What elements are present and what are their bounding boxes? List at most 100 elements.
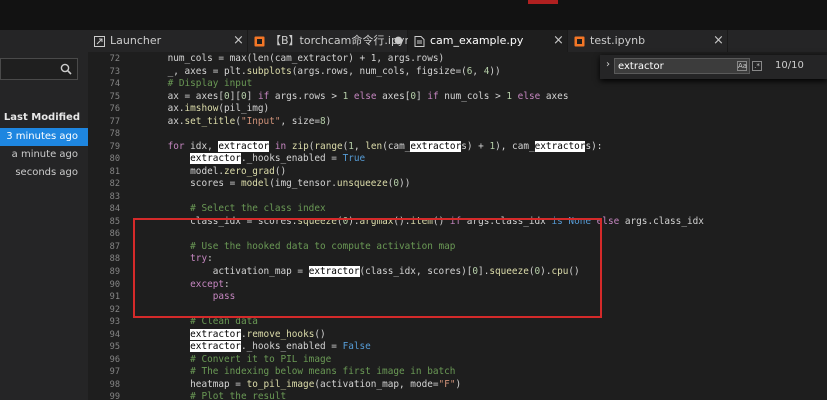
line-number: 74: [109, 79, 120, 90]
search-match: extractor: [190, 328, 241, 340]
code-token: ax.: [145, 103, 185, 115]
line-number: 76: [109, 104, 120, 115]
code-token: (args.rows, num_cols, figsize=(: [291, 65, 467, 77]
code-token: in: [274, 140, 287, 152]
line-number: 90: [109, 279, 120, 290]
close-icon[interactable]: ×: [233, 30, 244, 52]
code-line[interactable]: # The indexing below means first image i…: [145, 366, 455, 379]
line-number: 87: [109, 241, 120, 252]
file-search-input[interactable]: [1, 59, 61, 81]
unsaved-dot-icon[interactable]: ●: [394, 30, 403, 52]
code-line[interactable]: extractor.remove_hooks(): [145, 328, 326, 342]
code-token: "F": [438, 378, 456, 390]
line-number: 92: [109, 304, 120, 315]
line-number: 99: [109, 392, 120, 400]
code-token: to_pil_image: [246, 378, 315, 390]
code-token: ax.: [145, 115, 185, 127]
notebook-icon: [574, 36, 585, 47]
title-bar-accent: [528, 0, 558, 4]
code-line[interactable]: # Clean data: [145, 316, 258, 329]
tab-launcher[interactable]: Launcher ×: [88, 30, 248, 52]
code-line[interactable]: for idx, extractor in zip(range(1, len(c…: [145, 140, 602, 154]
code-token: # The indexing below means first image i…: [145, 366, 456, 378]
file-row-modified[interactable]: 3 minutes ago: [0, 128, 88, 146]
line-number: 78: [109, 129, 120, 140]
code-token: # Display input: [145, 78, 253, 90]
code-line[interactable]: scores = model(img_tensor.unsqueeze(0)): [145, 178, 410, 191]
search-icon[interactable]: [60, 63, 72, 75]
line-number: 95: [109, 342, 120, 353]
code-line[interactable]: ax.set_title("Input", size=8): [145, 115, 332, 129]
tab-cam-example[interactable]: cam_example.py ×: [408, 30, 568, 52]
code-token: "Input": [240, 115, 281, 127]
code-token: ): [325, 115, 332, 127]
code-token: True: [342, 153, 366, 165]
code-token: idx,: [184, 140, 219, 152]
code-line[interactable]: # Select the class index: [145, 203, 325, 216]
match-case-toggle[interactable]: Aa: [737, 61, 747, 71]
code-token: len: [365, 140, 383, 152]
code-line[interactable]: ax.imshow(pil_img): [145, 103, 270, 116]
code-line[interactable]: _, axes = plt.subplots(args.rows, num_co…: [145, 66, 501, 79]
code-token: model.: [145, 165, 225, 177]
line-number: 85: [109, 216, 120, 227]
file-browser-panel: Last Modified 3 minutes ago a minute ago s…: [0, 30, 89, 400]
code-token: (): [274, 165, 287, 177]
close-icon[interactable]: ×: [713, 30, 724, 52]
search-match: extractor: [534, 140, 586, 152]
code-token: remove_hooks: [246, 328, 315, 340]
tab-torchcam-notebook[interactable]: 【B】torchcam命令行.ipynb ●: [248, 30, 418, 52]
file-row-modified[interactable]: seconds ago: [0, 164, 88, 182]
code-token: unsqueeze: [336, 178, 388, 190]
code-token: args.rows >: [269, 90, 343, 102]
code-line[interactable]: heatmap = to_pil_image(activation_map, m…: [145, 379, 461, 392]
code-token: else: [353, 90, 377, 102]
code-token: num_cols = max(len(cam_extractor) + 1, a…: [145, 53, 445, 64]
code-token: # Convert it to PIL image: [145, 353, 332, 365]
code-token: zero_grad: [224, 165, 275, 177]
last-modified-header[interactable]: Last Modified: [0, 112, 80, 123]
close-icon[interactable]: ×: [553, 30, 564, 52]
code-token: subplots: [246, 65, 292, 77]
tab-label: cam_example.py: [430, 34, 524, 47]
code-token: ._hooks_enabled =: [240, 341, 343, 353]
code-line[interactable]: model.zero_grad(): [145, 166, 286, 179]
file-search-box[interactable]: [0, 58, 78, 81]
tab-label: test.ipynb: [590, 34, 646, 47]
tab-test-notebook[interactable]: test.ipynb ×: [568, 30, 728, 52]
code-token: axes[: [376, 90, 411, 102]
code-editor[interactable]: 72 73 74 75 76 77 78 79 80 81 82 83 84 85 86 87 88 89 90 91…: [88, 52, 827, 400]
code-token: (pil_img): [218, 103, 270, 115]
title-bar: [0, 0, 827, 30]
code-token: num_cols >: [438, 90, 507, 102]
code-token: range: [314, 140, 343, 152]
code-token: )): [489, 65, 501, 77]
code-line[interactable]: # Display input: [145, 78, 253, 91]
search-match: extractor: [218, 140, 270, 152]
launcher-icon: [94, 36, 105, 47]
code-line[interactable]: num_cols = max(len(cam_extractor) + 1, a…: [145, 53, 445, 66]
code-line[interactable]: # Convert it to PIL image: [145, 354, 331, 367]
code-token: for: [167, 140, 185, 152]
code-line[interactable]: extractor._hooks_enabled = False: [145, 341, 371, 354]
annotation-box: [133, 218, 602, 318]
code-line[interactable]: ax = axes[0][0] if args.rows > 1 else ax…: [145, 90, 569, 104]
code-token: _, axes = plt.: [145, 65, 247, 77]
regex-toggle[interactable]: .*: [752, 61, 762, 71]
python-file-icon: [414, 36, 425, 47]
code-line[interactable]: # Plot the result: [145, 391, 286, 400]
find-input[interactable]: [614, 58, 750, 74]
line-number: 79: [109, 141, 120, 152]
code-line[interactable]: extractor._hooks_enabled = True: [145, 153, 365, 166]
code-token: ): [455, 378, 462, 390]
code-token: ax = axes[: [145, 90, 225, 102]
code-token: ,: [472, 65, 484, 77]
search-match: extractor: [410, 140, 462, 152]
search-match: extractor: [190, 341, 241, 353]
line-number: 89: [109, 267, 120, 277]
code-token: scores =: [145, 178, 241, 190]
code-token: ]: [246, 90, 258, 102]
file-row-modified[interactable]: a minute ago: [0, 146, 88, 164]
expand-replace-icon[interactable]: ›: [606, 59, 610, 70]
